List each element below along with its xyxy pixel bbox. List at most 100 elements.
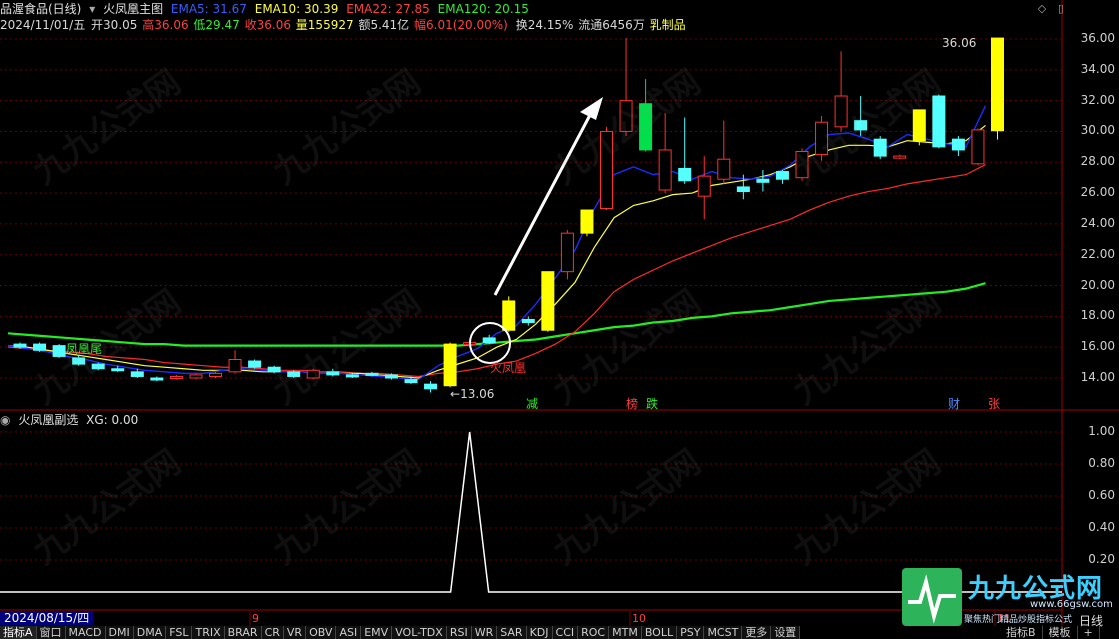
candle-body <box>443 343 457 387</box>
candle-body <box>502 300 516 331</box>
ema10-line <box>7 124 986 379</box>
indicator-tab[interactable]: 窗口 <box>36 626 66 639</box>
sub-dropdown-icon[interactable]: ◉ <box>0 413 10 427</box>
candle-body <box>345 374 359 378</box>
sub-tick-label: 0.20 <box>1088 552 1115 566</box>
indicator-tab[interactable]: KDJ <box>526 626 553 639</box>
candle-body <box>600 130 613 209</box>
indicator-tab[interactable]: 更多 <box>742 626 772 639</box>
candle-body <box>521 318 535 324</box>
sub-xg-value: XG: 0.00 <box>86 413 139 427</box>
month-9: 9 <box>252 612 259 625</box>
indicator-tab[interactable]: 设置 <box>771 626 801 639</box>
candle-body <box>130 371 144 377</box>
candle-body <box>482 337 496 344</box>
candle-body <box>697 175 711 197</box>
candle-body <box>248 360 262 368</box>
indicator-tab[interactable]: EMV <box>361 626 393 639</box>
candle-body <box>775 171 789 180</box>
signal-die: 跌 <box>646 397 659 411</box>
indicator-tab[interactable]: MTM <box>609 626 642 639</box>
phoenix-tail-label: 凤凰尾 <box>66 342 103 356</box>
sub-indicator-name[interactable]: 火凤凰副选 <box>18 413 78 427</box>
candle-body <box>189 374 203 379</box>
high-price-label: 36.06 <box>942 36 977 50</box>
candle-body <box>287 371 301 377</box>
indicator-tab[interactable]: CR <box>261 626 284 639</box>
price-tick-label: 34.00 <box>1080 61 1115 76</box>
indicator-tab[interactable]: VR <box>283 626 307 639</box>
right-tab-bar: 指标B 模板 + <box>1000 626 1100 639</box>
right-tab[interactable]: 指标B <box>1000 626 1043 639</box>
candle-body <box>326 371 340 376</box>
candle-body <box>541 271 555 331</box>
candle-body <box>560 232 574 273</box>
price-tick-label: 20.00 <box>1080 277 1115 292</box>
brand-url: www.66gsw.com <box>1030 599 1113 610</box>
candle-body <box>619 100 633 132</box>
signal-bang: 榜 <box>626 397 639 411</box>
candle-body <box>52 345 66 357</box>
price-tick-label: 26.00 <box>1080 185 1115 200</box>
candle-body <box>815 121 829 156</box>
candle-body <box>111 368 125 372</box>
candle-body <box>795 150 809 179</box>
right-tab[interactable]: + <box>1078 626 1100 639</box>
sub-tick-label: 0.60 <box>1088 488 1115 502</box>
sub-tick-label: 1.00 <box>1088 424 1115 438</box>
indicator-tab[interactable]: RSI <box>446 626 472 639</box>
candle-body <box>384 374 398 379</box>
indicator-tab[interactable]: FSL <box>166 626 193 639</box>
indicator-tab[interactable]: VOL-TDX <box>392 626 447 639</box>
candle-body <box>658 149 672 191</box>
candle-body <box>756 178 770 183</box>
candle-body <box>365 372 379 376</box>
indicator-tab[interactable]: DMI <box>105 626 134 639</box>
ema-lines <box>7 105 987 381</box>
low-price-label: ←13.06 <box>450 387 495 401</box>
candle-body <box>228 359 242 373</box>
indicator-tab[interactable]: OBV <box>306 626 337 639</box>
ema5-line <box>7 105 987 381</box>
indicator-tab[interactable]: CCI <box>552 626 579 639</box>
indicator-tab[interactable]: ASI <box>336 626 362 639</box>
candle-body <box>33 343 47 351</box>
fire-phoenix-label: 火凤凰 <box>490 361 527 375</box>
price-tick-label: 18.00 <box>1080 308 1115 323</box>
signal-jian: 减 <box>526 397 539 411</box>
price-tick-label: 22.00 <box>1080 246 1115 261</box>
month-10: 10 <box>632 612 646 625</box>
kline-chart[interactable] <box>0 0 1119 639</box>
right-tab[interactable]: 模板 <box>1043 626 1078 639</box>
indicator-tab[interactable]: TRIX <box>192 626 225 639</box>
candle-body <box>209 372 222 377</box>
candle-body <box>971 129 985 165</box>
indicator-tab[interactable]: BOLL <box>641 626 678 639</box>
indicator-tab[interactable]: PSY <box>677 626 705 639</box>
signal-zhang: 张 <box>988 397 1001 411</box>
indicator-tab[interactable]: SAR <box>497 626 527 639</box>
indicator-tab[interactable]: MCST <box>704 626 743 639</box>
indicator-tab[interactable]: ROC <box>578 626 610 639</box>
price-tick-label: 28.00 <box>1080 154 1115 169</box>
sub-header: ◉ 火凤凰副选 XG: 0.00 <box>0 412 142 428</box>
sub-tick-label: 0.80 <box>1088 456 1115 470</box>
candle-body <box>424 383 438 390</box>
candle-body <box>678 167 692 182</box>
indicator-tab[interactable]: WR <box>471 626 498 639</box>
candle-body <box>854 120 868 131</box>
candle-body <box>72 357 86 365</box>
candle-body <box>306 369 320 379</box>
indicator-tab[interactable]: 指标A <box>0 626 37 639</box>
candle-body <box>404 379 418 384</box>
sub-tick-label: 0.40 <box>1088 520 1115 534</box>
candle-body <box>150 377 164 381</box>
candle-body <box>267 366 281 373</box>
indicator-tab-bar: 指标A 窗口 MACD DMI DMA FSL TRIX BRAR CR VR OBV ASI EMV V… <box>0 626 870 639</box>
month-ticks <box>249 611 996 626</box>
indicator-tab[interactable]: BRAR <box>224 626 262 639</box>
indicator-tab[interactable]: MACD <box>65 626 106 639</box>
candle-body <box>736 186 750 193</box>
candle-body <box>169 375 183 379</box>
indicator-tab[interactable]: DMA <box>133 626 167 639</box>
